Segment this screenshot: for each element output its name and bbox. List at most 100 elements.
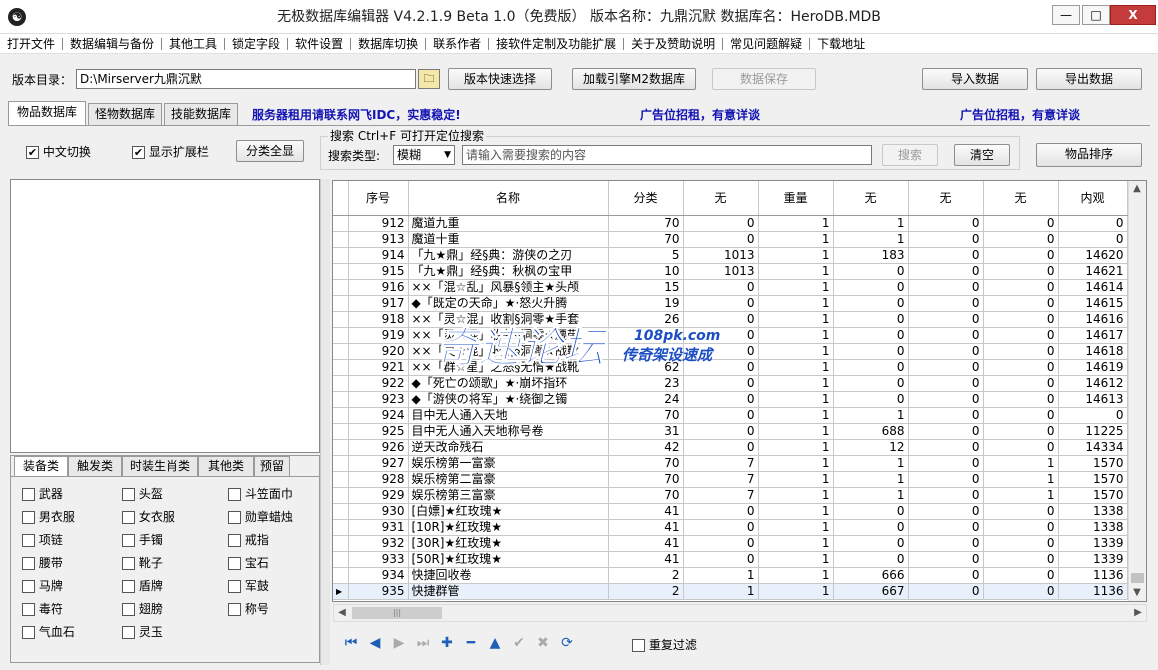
item-table[interactable]: 序号 名称 分类无重量无无无内观 912 魔道九重 70 0 1 1 0 0 0 913 魔道十重 70 0… <box>333 181 1128 600</box>
table-cell[interactable]: 0 <box>983 551 1059 568</box>
scroll-thumb[interactable] <box>1131 573 1144 583</box>
table-cell[interactable]: 666 <box>833 567 909 584</box>
table-cell[interactable]: 1 <box>758 343 834 360</box>
table-row[interactable]: 924 目中无人通入天地 70 0 1 1 0 0 0 <box>333 407 1128 424</box>
table-cell[interactable]: 1136 <box>1058 583 1128 600</box>
table-row[interactable]: 920 ××「灵☆混」收割§洞零★战靴 0 1 0 0 0 14618 <box>333 343 1128 360</box>
table-cell[interactable]: 925 <box>348 423 409 440</box>
table-cell[interactable]: 0 <box>683 391 759 408</box>
table-cell[interactable]: 0 <box>908 215 984 232</box>
row-indicator[interactable] <box>333 407 349 424</box>
prev-icon[interactable]: ◀ <box>366 634 384 652</box>
table-cell[interactable]: 1 <box>983 455 1059 472</box>
table-row[interactable]: 929 娱乐榜第三富豪 70 7 1 1 0 1 1570 <box>333 487 1128 504</box>
table-cell[interactable]: 0 <box>908 487 984 504</box>
table-cell[interactable]: 14613 <box>1058 391 1128 408</box>
table-cell[interactable]: 0 <box>683 215 759 232</box>
cancel-icon[interactable]: ✖ <box>534 634 552 652</box>
category-item[interactable]: 女衣服 <box>122 509 175 525</box>
table-cell[interactable]: 1 <box>833 487 909 504</box>
row-indicator[interactable] <box>333 535 349 552</box>
table-cell[interactable]: 70 <box>608 455 684 472</box>
chinese-checkbox-icon[interactable]: ✔ <box>26 146 39 159</box>
table-cell[interactable]: 0 <box>833 375 909 392</box>
table-cell[interactable]: 魔道十重 <box>408 231 609 248</box>
row-indicator[interactable] <box>333 359 349 376</box>
table-cell[interactable]: 0 <box>833 519 909 536</box>
table-cell[interactable]: 915 <box>348 263 409 280</box>
table-cell[interactable]: 快捷群管 <box>408 583 609 600</box>
table-cell[interactable]: 0 <box>908 391 984 408</box>
table-cell[interactable]: 41 <box>608 551 684 568</box>
table-cell[interactable]: ××「群☆星」之怒§无情★战靴 <box>408 359 609 376</box>
clear-button[interactable]: 清空 <box>954 144 1010 166</box>
table-cell[interactable]: 14621 <box>1058 263 1128 280</box>
table-row[interactable]: 926 逆天改命残石 42 0 1 12 0 0 14334 <box>333 439 1128 456</box>
table-cell[interactable]: 0 <box>908 295 984 312</box>
table-cell[interactable]: 70 <box>608 471 684 488</box>
table-cell[interactable]: 逆天改命残石 <box>408 439 609 456</box>
column-header[interactable]: 内观 <box>1058 181 1128 216</box>
table-cell[interactable]: 0 <box>983 391 1059 408</box>
table-cell[interactable]: 1 <box>758 263 834 280</box>
table-cell[interactable]: 1 <box>758 391 834 408</box>
table-cell[interactable]: 7 <box>683 487 759 504</box>
table-cell[interactable]: 1 <box>758 583 834 600</box>
table-cell[interactable]: 913 <box>348 231 409 248</box>
column-header[interactable]: 重量 <box>758 181 834 216</box>
table-cell[interactable]: ◆「游侠の将军」★·绕御之镯 <box>408 391 609 408</box>
table-cell[interactable]: 娱乐榜第一富豪 <box>408 455 609 472</box>
export-button[interactable]: 导出数据 <box>1036 68 1142 90</box>
table-cell[interactable]: 0 <box>833 535 909 552</box>
checkbox-icon[interactable] <box>122 603 135 616</box>
data-grid[interactable]: 序号 名称 分类无重量无无无内观 912 魔道九重 70 0 1 1 0 0 0 913 魔道十重 70 0… <box>332 180 1147 602</box>
menu-item[interactable]: 关于及赞助说明 <box>624 35 722 53</box>
row-indicator[interactable] <box>333 327 349 344</box>
table-cell[interactable]: 14334 <box>1058 439 1128 456</box>
table-cell[interactable]: 7 <box>683 455 759 472</box>
table-cell[interactable]: 62 <box>608 359 684 376</box>
checkbox-icon[interactable] <box>228 580 241 593</box>
dedupe-checkbox-icon[interactable] <box>632 639 645 652</box>
search-input[interactable]: 请输入需要搜索的内容 <box>462 145 872 165</box>
table-cell[interactable]: 923 <box>348 391 409 408</box>
checkbox-icon[interactable] <box>228 511 241 524</box>
table-cell[interactable]: 41 <box>608 503 684 520</box>
row-indicator[interactable] <box>333 503 349 520</box>
table-cell[interactable]: 0 <box>908 247 984 264</box>
table-cell[interactable]: 922 <box>348 375 409 392</box>
table-cell[interactable]: 935 <box>348 583 409 600</box>
table-row[interactable]: 923 ◆「游侠の将军」★·绕御之镯 24 0 1 0 0 0 14613 <box>333 391 1128 408</box>
last-icon[interactable]: ⏭ <box>414 634 432 652</box>
table-cell[interactable]: 0 <box>833 279 909 296</box>
table-cell[interactable]: 70 <box>608 407 684 424</box>
table-cell[interactable]: 0 <box>983 439 1059 456</box>
table-cell[interactable]: 2 <box>608 567 684 584</box>
table-cell[interactable]: 0 <box>683 407 759 424</box>
row-indicator[interactable] <box>333 311 349 328</box>
table-cell[interactable]: 1 <box>758 311 834 328</box>
table-row[interactable]: 928 娱乐榜第二富豪 70 7 1 1 0 1 1570 <box>333 471 1128 488</box>
table-cell[interactable]: 0 <box>683 439 759 456</box>
row-indicator[interactable] <box>333 471 349 488</box>
table-cell[interactable]: 0 <box>983 263 1059 280</box>
row-indicator[interactable] <box>333 343 349 360</box>
table-cell[interactable]: 930 <box>348 503 409 520</box>
table-cell[interactable]: 0 <box>683 375 759 392</box>
category-item[interactable]: 斗笠面巾 <box>228 486 293 502</box>
checkbox-icon[interactable] <box>228 603 241 616</box>
table-cell[interactable]: 0 <box>983 295 1059 312</box>
table-cell[interactable]: 1338 <box>1058 519 1128 536</box>
table-cell[interactable]: ××「混☆乱」风暴§领主★头颅 <box>408 279 609 296</box>
category-tab[interactable]: 时装生肖类 <box>122 456 198 476</box>
table-row[interactable]: 917 ◆「既定の天命」★·怒火升腾 19 0 1 0 0 0 14615 <box>333 295 1128 312</box>
category-item[interactable]: 头盔 <box>122 486 163 502</box>
table-cell[interactable]: 0 <box>908 535 984 552</box>
up-icon[interactable]: ▲ <box>486 634 504 652</box>
table-cell[interactable]: 918 <box>348 311 409 328</box>
table-cell[interactable]: 1 <box>983 471 1059 488</box>
table-row[interactable]: 932 [30R]★红玫瑰★ 41 0 1 0 0 0 1339 <box>333 535 1128 552</box>
column-header[interactable]: 无 <box>983 181 1059 216</box>
menu-item[interactable]: 打开文件 <box>0 35 62 53</box>
dir-input[interactable]: D:\Mirserver九鼎沉默 <box>76 69 416 89</box>
